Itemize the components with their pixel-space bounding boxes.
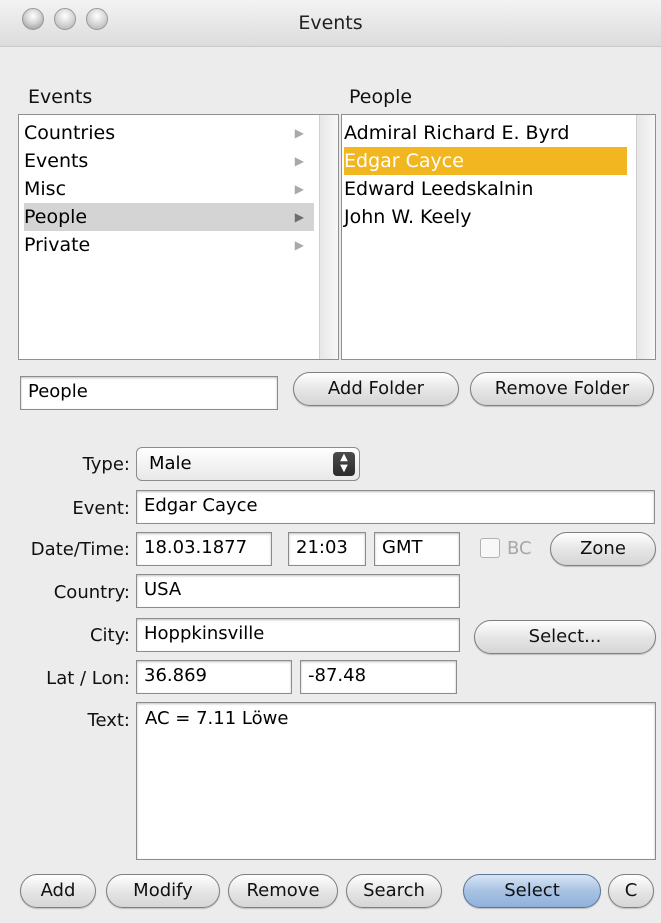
folder-name-input[interactable]: People — [20, 376, 278, 410]
list-item-countries[interactable]: Countries ▶ — [24, 119, 314, 147]
disclosure-arrow-icon: ▶ — [294, 126, 304, 140]
popup-stepper-icon: ▲ ▼ — [333, 452, 355, 476]
list-item-label: Private — [24, 234, 91, 256]
select-button[interactable]: Select — [463, 874, 601, 908]
people-item-list[interactable]: Admiral Richard E. Byrd Edgar Cayce Edwa… — [341, 114, 656, 360]
disclosure-arrow-icon: ▶ — [294, 210, 304, 224]
list-item-john-keely[interactable]: John W. Keely — [344, 203, 627, 231]
events-window: Events Events People Countries ▶ Events … — [0, 0, 661, 923]
events-list-scrollbar[interactable] — [319, 115, 338, 359]
search-button[interactable]: Search — [346, 874, 442, 908]
city-input[interactable]: Hoppkinsville — [136, 618, 460, 652]
zone-button[interactable]: Zone — [550, 532, 656, 566]
country-label: Country: — [53, 582, 130, 603]
select-city-button[interactable]: Select... — [474, 620, 656, 654]
date-input[interactable]: 18.03.1877 — [136, 532, 272, 566]
bc-label: BC — [507, 538, 532, 559]
people-pane-header: People — [349, 86, 413, 108]
disclosure-arrow-icon: ▶ — [294, 154, 304, 168]
event-name-input[interactable]: Edgar Cayce — [136, 490, 655, 524]
type-select[interactable]: Male ▲ ▼ — [136, 447, 360, 481]
window-title: Events — [298, 12, 363, 34]
add-folder-button[interactable]: Add Folder — [293, 372, 459, 406]
datetime-label: Date/Time: — [30, 539, 130, 560]
bc-checkbox[interactable] — [480, 538, 500, 558]
stepper-down-icon: ▼ — [340, 463, 348, 474]
c-button[interactable]: C — [608, 874, 654, 908]
list-item-misc[interactable]: Misc ▶ — [24, 175, 314, 203]
events-folder-list[interactable]: Countries ▶ Events ▶ Misc ▶ People ▶ Pri… — [18, 114, 339, 360]
list-item-events[interactable]: Events ▶ — [24, 147, 314, 175]
time-input[interactable]: 21:03 — [288, 532, 366, 566]
type-select-value: Male — [149, 453, 192, 474]
list-item-label: Edgar Cayce — [344, 150, 464, 172]
people-list-scrollbar[interactable] — [636, 115, 655, 359]
remove-folder-button[interactable]: Remove Folder — [470, 372, 654, 406]
stepper-up-icon: ▲ — [340, 452, 348, 463]
list-item-label: John W. Keely — [344, 206, 472, 228]
list-item-label: Edward Leedskalnin — [344, 178, 534, 200]
list-item-edward-leedskalnin[interactable]: Edward Leedskalnin — [344, 175, 627, 203]
list-item-label: People — [24, 206, 88, 228]
latitude-input[interactable]: 36.869 — [136, 660, 292, 694]
notes-textarea[interactable]: AC = 7.11 Löwe — [136, 702, 656, 860]
title-bar: Events — [0, 0, 661, 47]
country-input[interactable]: USA — [136, 574, 460, 608]
list-item-people[interactable]: People ▶ — [24, 203, 314, 231]
longitude-input[interactable]: -87.48 — [300, 660, 457, 694]
list-item-label: Misc — [24, 178, 67, 200]
list-item-label: Admiral Richard E. Byrd — [344, 122, 570, 144]
disclosure-arrow-icon: ▶ — [294, 238, 304, 252]
list-item-label: Events — [24, 150, 89, 172]
disclosure-arrow-icon: ▶ — [294, 182, 304, 196]
modify-button[interactable]: Modify — [106, 874, 220, 908]
event-label: Event: — [72, 498, 130, 519]
text-label: Text: — [87, 710, 130, 731]
list-item-edgar-cayce[interactable]: Edgar Cayce — [344, 147, 627, 175]
timezone-input[interactable]: GMT — [374, 532, 460, 566]
list-item-private[interactable]: Private ▶ — [24, 231, 314, 259]
type-label: Type: — [82, 454, 130, 475]
add-button[interactable]: Add — [20, 874, 96, 908]
list-item-label: Countries — [24, 122, 116, 144]
remove-button[interactable]: Remove — [228, 874, 338, 908]
list-item-admiral-byrd[interactable]: Admiral Richard E. Byrd — [344, 119, 627, 147]
latlon-label: Lat / Lon: — [46, 668, 130, 689]
city-label: City: — [89, 625, 130, 646]
events-pane-header: Events — [28, 86, 93, 108]
